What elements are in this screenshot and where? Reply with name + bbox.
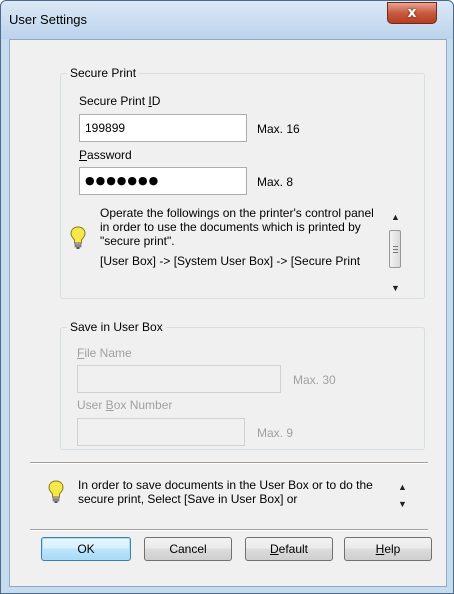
scroll-down-icon[interactable]: ▼ [395, 497, 410, 512]
file-name-label: File Name [77, 346, 132, 360]
password-label: Password [79, 148, 132, 162]
scroll-down-icon[interactable]: ▼ [388, 281, 403, 296]
user-box-number-label: User Box Number [77, 398, 173, 412]
separator [30, 529, 428, 531]
bottom-hint: In order to save documents in the User B… [40, 468, 430, 528]
default-button[interactable]: Default [245, 537, 333, 561]
secure-print-hint-text: Operate the followings on the printer's … [100, 206, 382, 300]
bottom-hint-text: In order to save documents in the User B… [78, 478, 373, 506]
ok-button[interactable]: OK [41, 537, 131, 561]
scroll-up-icon[interactable]: ▲ [388, 210, 403, 225]
close-icon: x [407, 5, 417, 21]
hint-paragraph: Operate the followings on the printer's … [100, 206, 374, 248]
secure-print-id-max-label: Max. 16 [257, 122, 300, 136]
file-name-max-label: Max. 30 [293, 373, 336, 387]
cancel-button[interactable]: Cancel [144, 537, 232, 561]
user-box-number-max-label: Max. 9 [257, 426, 294, 440]
password-field[interactable]: ●●●●●●● [79, 167, 247, 195]
secure-print-id-field[interactable]: 199899 [79, 114, 247, 142]
secure-print-id-label: Secure Print ID [79, 94, 161, 108]
file-name-field[interactable] [77, 365, 281, 393]
close-button[interactable]: x [387, 2, 437, 24]
user-box-number-field[interactable] [77, 418, 245, 446]
secure-print-hint: Operate the followings on the printer's … [61, 198, 424, 300]
hint-paragraph: [User Box] -> [System User Box] -> [Secu… [100, 254, 361, 268]
separator [30, 462, 428, 464]
lightbulb-icon [48, 480, 64, 503]
help-button[interactable]: Help [344, 537, 432, 561]
save-in-user-box-group: Save in User Box File Name Max. 30 User … [60, 320, 425, 450]
secure-print-legend: Secure Print [70, 66, 137, 80]
scroll-up-icon[interactable]: ▲ [395, 480, 410, 495]
save-in-user-box-legend: Save in User Box [70, 320, 163, 334]
title-bar[interactable]: User Settings x [1, 1, 453, 39]
dialog-client-area: Secure Print Secure Print ID 199899 Max.… [9, 39, 447, 587]
scroll-thumb[interactable] [389, 230, 401, 268]
window-title: User Settings [9, 12, 88, 27]
hint-scrollbar[interactable]: ▲ ▼ [388, 210, 403, 296]
secure-print-group: Secure Print Secure Print ID 199899 Max.… [60, 66, 425, 299]
lightbulb-icon [70, 226, 86, 249]
password-max-label: Max. 8 [257, 175, 294, 189]
user-settings-window: User Settings x Secure Print Secure Prin… [0, 0, 454, 594]
bottom-hint-scrollbar[interactable]: ▲ ▼ [395, 480, 410, 512]
